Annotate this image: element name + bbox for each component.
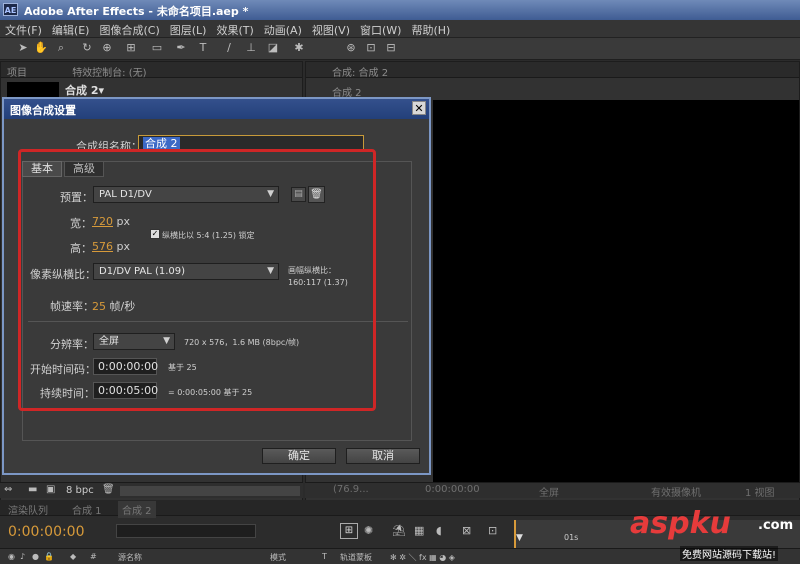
brainstorm-icon[interactable]: ⊠ bbox=[462, 524, 471, 537]
current-timecode[interactable]: 0:00:00:00 bbox=[8, 524, 85, 540]
active-camera-select[interactable]: 有效摄像机 bbox=[651, 484, 701, 499]
eraser-tool-icon[interactable]: ◪ bbox=[266, 41, 280, 55]
col-t: T bbox=[322, 552, 327, 561]
views-select[interactable]: 1 视图 bbox=[745, 484, 775, 499]
tab-project[interactable]: 项目 bbox=[1, 62, 33, 81]
motion-blur-icon[interactable]: ◖ bbox=[436, 524, 442, 537]
red-highlight-box bbox=[18, 149, 376, 411]
selection-tool-icon[interactable]: ➤ bbox=[16, 41, 30, 55]
menu-bar: 文件(F) 编辑(E) 图像合成(C) 图层(L) 效果(T) 动画(A) 视图(V) 窗口(… bbox=[0, 20, 800, 38]
col-track-matte: 轨道蒙板 bbox=[340, 553, 372, 562]
hand-tool-icon[interactable]: ✋ bbox=[34, 41, 48, 55]
viewer-footer: (76.9... 0:00:00:00 全屏 有效摄像机 1 视图 bbox=[305, 482, 800, 499]
viewer-timecode[interactable]: 0:00:00:00 bbox=[425, 484, 480, 495]
menu-file[interactable]: 文件(F) bbox=[0, 20, 47, 40]
menu-composition[interactable]: 图像合成(C) bbox=[94, 20, 164, 40]
app-logo-icon: AE bbox=[3, 3, 18, 16]
view-axis-icon[interactable]: ⊟ bbox=[384, 41, 398, 55]
interpret-footage-icon[interactable]: ⇔ bbox=[4, 484, 12, 495]
project-panel-tabs: 项目 特效控制台: (无) bbox=[1, 62, 302, 81]
tab-render-queue[interactable]: 渲染队列 bbox=[8, 502, 48, 517]
window-title: Adobe After Effects - 未命名项目.aep * bbox=[24, 5, 249, 18]
audio-icon: ♪ bbox=[20, 552, 26, 561]
switches-icons: ✻ ✲ ＼ fx ▦ ◕ ◈ bbox=[390, 553, 455, 562]
rotate-tool-icon[interactable]: ↻ bbox=[80, 41, 94, 55]
text-tool-icon[interactable]: T bbox=[196, 41, 210, 55]
project-footer: ⇔ ▬ ▣ 8 bpc 🗑 bbox=[0, 482, 303, 498]
new-composition-icon[interactable]: ▣ bbox=[46, 484, 55, 495]
project-item-name: 合成 2▾ bbox=[65, 84, 105, 97]
playhead-icon[interactable]: ▼ bbox=[516, 533, 523, 543]
label-icon: ◆ bbox=[70, 552, 77, 561]
world-axis-icon[interactable]: ⊡ bbox=[364, 41, 378, 55]
menu-view[interactable]: 视图(V) bbox=[307, 20, 355, 40]
solo-icon: ● bbox=[32, 552, 39, 561]
bit-depth-label[interactable]: 8 bpc bbox=[66, 485, 94, 496]
clone-stamp-tool-icon[interactable]: ⊥ bbox=[244, 41, 258, 55]
pan-behind-tool-icon[interactable]: ⊞ bbox=[124, 41, 138, 55]
tab-composition[interactable]: 合成: 合成 2 bbox=[326, 62, 394, 81]
menu-edit[interactable]: 编辑(E) bbox=[47, 20, 95, 40]
pen-tool-icon[interactable]: ✒ bbox=[174, 41, 188, 55]
menu-effect[interactable]: 效果(T) bbox=[211, 20, 258, 40]
col-source-name: 源名称 bbox=[118, 553, 142, 562]
composition-panel-tabs: 合成: 合成 2 bbox=[306, 62, 799, 81]
viewer-resolution-select[interactable]: 全屏 bbox=[539, 484, 559, 499]
watermark-domain: .com bbox=[758, 518, 794, 533]
ok-button[interactable]: 确定 bbox=[262, 448, 336, 464]
composition-mini-flowchart-icon[interactable]: ⊞ bbox=[340, 523, 358, 539]
menu-layer[interactable]: 图层(L) bbox=[165, 20, 212, 40]
tab-comp-2[interactable]: 合成 2 bbox=[118, 501, 156, 518]
trash-icon[interactable]: 🗑 bbox=[102, 484, 115, 495]
watermark: aspku .com 免费网站源码下载站! bbox=[630, 506, 798, 562]
hide-shy-layers-icon[interactable]: ⛱ bbox=[392, 524, 406, 537]
mask-tool-icon[interactable]: ▭ bbox=[150, 41, 164, 55]
window-title-bar: AE Adobe After Effects - 未命名项目.aep * bbox=[0, 0, 800, 20]
close-icon[interactable]: ✕ bbox=[412, 101, 426, 115]
lock-icon: 🔒 bbox=[44, 552, 54, 561]
zoom-select[interactable]: (76.9... bbox=[333, 484, 369, 495]
watermark-subtitle: 免费网站源码下载站! bbox=[680, 546, 779, 561]
puppet-tool-icon[interactable]: ✱ bbox=[292, 41, 306, 55]
draft-3d-icon[interactable]: ✺ bbox=[364, 524, 373, 537]
zoom-tool-icon[interactable]: ⌕ bbox=[54, 41, 68, 55]
visibility-icon: ◉ bbox=[8, 552, 15, 561]
menu-animation[interactable]: 动画(A) bbox=[259, 20, 307, 40]
composition-viewer[interactable] bbox=[433, 100, 799, 498]
menu-window[interactable]: 窗口(W) bbox=[355, 20, 406, 40]
menu-help[interactable]: 帮助(H) bbox=[406, 20, 455, 40]
camera-tool-icon[interactable]: ⊕ bbox=[100, 41, 114, 55]
dialog-title: 图像合成设置 bbox=[4, 99, 429, 119]
axis-mode-icon[interactable]: ⊛ bbox=[344, 41, 358, 55]
watermark-main: aspku bbox=[630, 506, 731, 541]
tab-effect-controls[interactable]: 特效控制台: (无) bbox=[66, 62, 152, 81]
ruler-mark-1s: 01s bbox=[564, 533, 579, 542]
composition-settings-dialog: 图像合成设置 ✕ 合成组名称： 合成 2 基本 高级 预置： PAL D1/DV… bbox=[2, 97, 431, 475]
brush-tool-icon[interactable]: ∕ bbox=[222, 41, 236, 55]
col-number: # bbox=[90, 552, 97, 561]
cancel-button[interactable]: 取消 bbox=[346, 448, 420, 464]
graph-editor-icon[interactable]: ⊡ bbox=[488, 524, 497, 537]
project-scrollbar[interactable] bbox=[120, 486, 300, 496]
col-mode: 模式 bbox=[270, 553, 286, 562]
timeline-search-input[interactable] bbox=[116, 524, 256, 538]
tools-toolbar: ➤ ✋ ⌕ ↻ ⊕ ⊞ ▭ ✒ T ∕ ⊥ ◪ ✱ ⊛ ⊡ ⊟ bbox=[0, 38, 800, 60]
new-folder-icon[interactable]: ▬ bbox=[28, 484, 37, 495]
frame-blending-icon[interactable]: ▦ bbox=[414, 524, 424, 537]
tab-comp-1[interactable]: 合成 1 bbox=[72, 502, 102, 517]
